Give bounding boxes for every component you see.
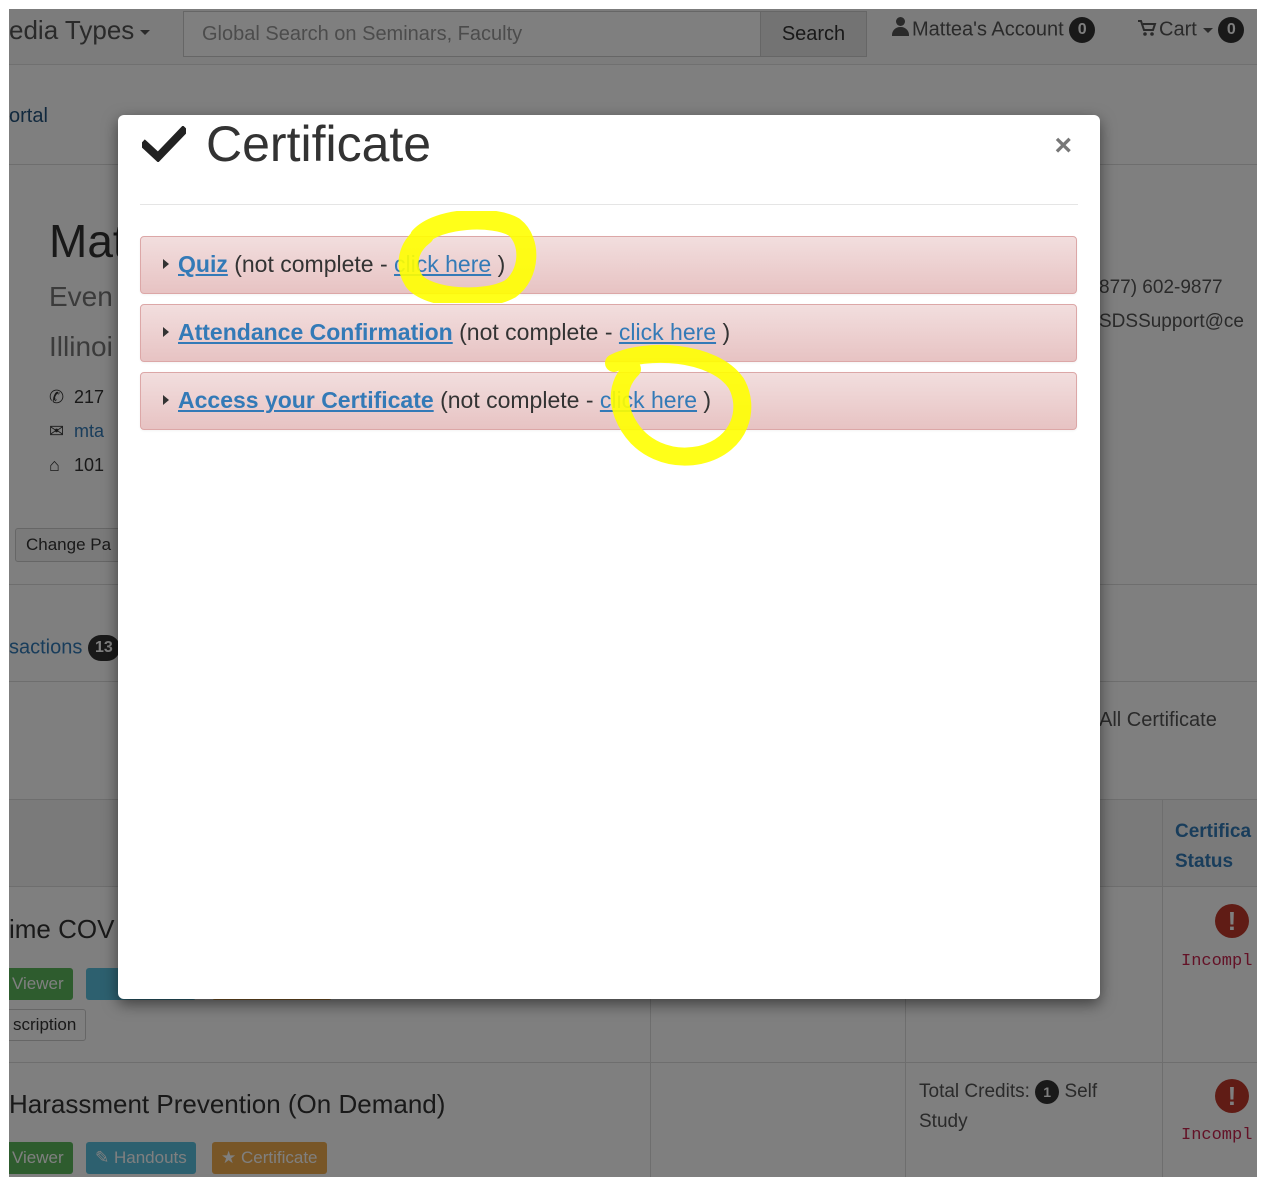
- attendance-panel[interactable]: Attendance Confirmation (not complete - …: [140, 304, 1077, 362]
- caret-right-icon: [163, 327, 169, 338]
- certificate-click-here-link[interactable]: click here: [600, 387, 697, 413]
- attendance-click-here-link[interactable]: click here: [619, 319, 716, 345]
- caret-right-icon: [163, 395, 169, 406]
- modal-title: Certificate: [142, 115, 431, 173]
- quiz-panel[interactable]: Quiz (not complete - click here ): [140, 236, 1077, 294]
- modal-title-text: Certificate: [206, 116, 432, 172]
- access-certificate-panel[interactable]: Access your Certificate (not complete - …: [140, 372, 1077, 430]
- certificate-modal: Certificate × Quiz (not complete - click…: [118, 115, 1100, 999]
- attendance-confirmation-link[interactable]: Attendance Confirmation: [178, 319, 453, 345]
- access-certificate-link[interactable]: Access your Certificate: [178, 387, 434, 413]
- caret-right-icon: [163, 259, 169, 270]
- close-button[interactable]: ×: [1054, 131, 1072, 161]
- quiz-click-here-link[interactable]: click here: [394, 251, 491, 277]
- modal-divider: [140, 204, 1078, 205]
- quiz-link[interactable]: Quiz: [178, 251, 228, 277]
- checkmark-icon: [142, 125, 186, 162]
